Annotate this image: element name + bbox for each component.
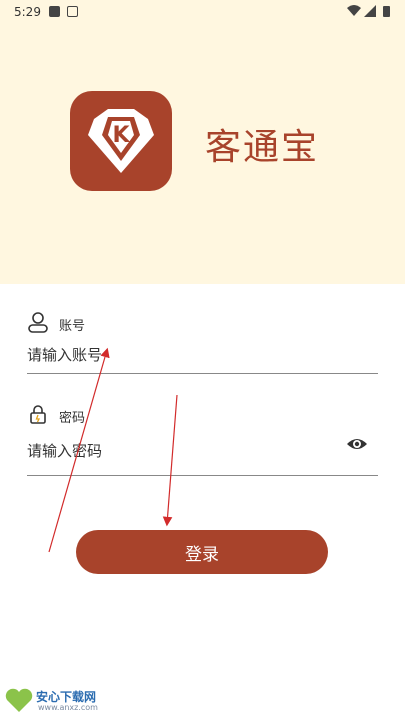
account-label: 账号: [59, 319, 86, 334]
user-icon: [28, 312, 48, 333]
signal-icon: [364, 5, 376, 17]
account-input[interactable]: [27, 344, 327, 366]
header-area: [0, 0, 405, 284]
battery-icon: [383, 6, 390, 17]
watermark-heart-icon: [5, 688, 33, 712]
status-bar: 5:29: [0, 0, 405, 24]
lock-icon: [30, 405, 46, 424]
notification-b-icon: [67, 6, 78, 17]
password-input[interactable]: [27, 440, 327, 462]
eye-icon[interactable]: [346, 436, 368, 452]
password-underline: [27, 475, 378, 476]
watermark-url: www.anxz.com: [38, 703, 98, 712]
app-title: 客通宝: [205, 127, 320, 168]
account-field: 账号: [27, 311, 378, 375]
password-label: 密码: [59, 411, 86, 426]
logo-letter: K: [112, 123, 130, 148]
password-field: 密码: [27, 403, 378, 477]
watermark: 安心下载网 www.anxz.com: [4, 686, 124, 716]
diamond-logo-icon: K: [88, 109, 154, 173]
account-underline: [27, 373, 378, 374]
wifi-icon: [347, 5, 361, 16]
notification-a-icon: [49, 6, 60, 17]
system-status-icons: [347, 5, 390, 17]
app-logo: K: [70, 91, 172, 191]
login-button[interactable]: 登录: [76, 530, 328, 574]
status-time: 5:29: [14, 5, 41, 19]
